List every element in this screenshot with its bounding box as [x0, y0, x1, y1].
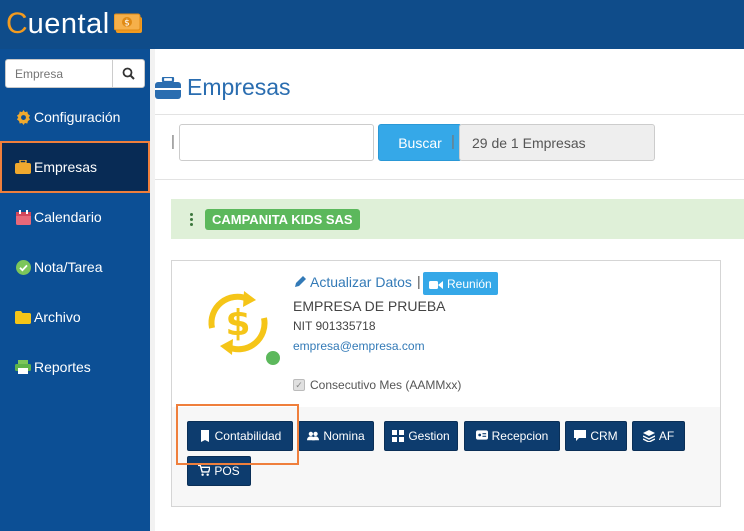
app-logo[interactable]: C uental $	[6, 6, 144, 42]
logo-text: uental	[27, 7, 110, 40]
sidebar-item-label: Nota/Tarea	[34, 259, 103, 275]
sidebar-item-label: Configuración	[34, 109, 121, 125]
company-card: $ Actualizar Datos | Reunión EMPRESA DE …	[171, 260, 721, 507]
search-button[interactable]: Buscar	[378, 124, 462, 161]
money-icon: $	[113, 13, 144, 35]
meeting-button-label: Reunión	[447, 276, 492, 291]
ticket-icon	[475, 430, 488, 442]
module-button-gestion[interactable]: Gestion	[384, 421, 458, 451]
kebab-menu-icon[interactable]	[181, 212, 201, 226]
pencil-icon	[293, 275, 307, 289]
highlight-empresas	[0, 141, 150, 193]
separator-pipe: |	[451, 133, 455, 150]
page-title: Empresas	[155, 74, 291, 101]
company-name-badge[interactable]: CAMPANITA KIDS SAS	[205, 208, 360, 230]
sidebar-item-archivo[interactable]: Archivo	[0, 292, 150, 342]
search-icon[interactable]	[112, 60, 144, 87]
module-button-af[interactable]: AF	[632, 421, 685, 451]
folder-icon	[15, 309, 31, 325]
module-button-crm[interactable]: CRM	[565, 421, 627, 451]
module-label: Recepcion	[491, 429, 549, 443]
meeting-button[interactable]: Reunión	[423, 272, 498, 295]
gear-icon	[15, 109, 31, 125]
video-camera-icon	[429, 279, 443, 289]
company-header-bar: CAMPANITA KIDS SAS	[171, 199, 744, 239]
sidebar-item-nota-tarea[interactable]: Nota/Tarea	[0, 242, 150, 292]
company-card-body: $ Actualizar Datos | Reunión EMPRESA DE …	[172, 261, 720, 407]
module-label: POS	[214, 464, 240, 478]
status-online-indicator	[265, 350, 281, 366]
sidebar-search	[5, 59, 145, 88]
sidebar-item-label: Archivo	[34, 309, 81, 325]
users-icon	[307, 430, 320, 442]
top-bar: C uental $	[0, 0, 744, 49]
separator-pipe: |	[171, 133, 175, 150]
logo-initial: C	[6, 7, 28, 40]
printer-icon	[15, 359, 31, 375]
module-label: CRM	[590, 429, 618, 443]
cart-icon	[198, 465, 211, 477]
sidebar: Configuración Empresas Calendario Nota/T…	[0, 49, 150, 531]
sidebar-item-calendario[interactable]: Calendario	[0, 192, 150, 242]
grid-icon	[392, 430, 405, 442]
highlight-contabilidad	[176, 404, 299, 465]
module-label: AF	[658, 429, 675, 443]
module-button-nomina[interactable]: Nomina	[298, 421, 374, 451]
sidebar-item-label: Calendario	[34, 209, 102, 225]
sidebar-item-reportes[interactable]: Reportes	[0, 342, 150, 392]
update-data-link[interactable]: Actualizar Datos	[293, 274, 412, 290]
company-logo-icon: $	[198, 283, 278, 363]
svg-text:$: $	[225, 303, 250, 344]
sidebar-item-label: Reportes	[34, 359, 91, 375]
module-label: Gestion	[408, 429, 450, 443]
calendar-icon	[15, 209, 31, 225]
module-button-recepcion[interactable]: Recepcion	[464, 421, 560, 451]
company-search-input[interactable]	[179, 124, 374, 161]
sidebar-item-configuracion[interactable]: Configuración	[0, 92, 150, 142]
company-name: EMPRESA DE PRUEBA	[293, 298, 446, 314]
results-count: 29 de 1 Empresas	[459, 124, 655, 161]
consecutive-checkbox-row: ✓ Consecutivo Mes (AAMMxx)	[293, 378, 461, 392]
company-email-link[interactable]: empresa@empresa.com	[293, 339, 425, 353]
consecutive-checkbox[interactable]: ✓	[293, 379, 305, 391]
sidebar-search-input[interactable]	[6, 60, 112, 87]
divider	[155, 114, 744, 115]
company-nit: NIT 901335718	[293, 319, 376, 333]
chat-icon	[574, 430, 587, 442]
divider	[155, 179, 744, 180]
page-title-text: Empresas	[187, 74, 291, 100]
update-data-label: Actualizar Datos	[310, 274, 412, 290]
check-circle-icon	[15, 259, 31, 275]
module-label: Nomina	[323, 429, 365, 443]
briefcase-icon	[155, 75, 181, 99]
consecutive-label: Consecutivo Mes (AAMMxx)	[310, 378, 462, 392]
layers-icon	[642, 430, 655, 442]
separator-pipe: |	[417, 273, 421, 289]
svg-text:$: $	[124, 19, 130, 29]
